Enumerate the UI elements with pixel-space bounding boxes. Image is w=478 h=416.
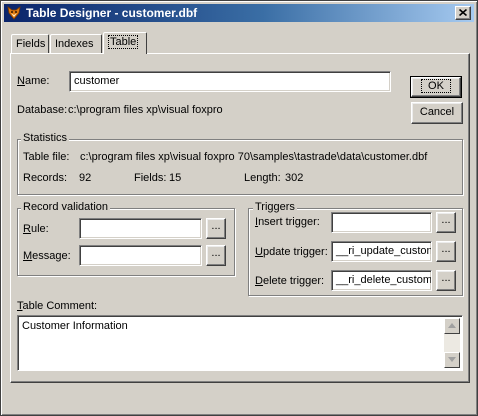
tab-fields[interactable]: Fields [11, 34, 49, 54]
window-title: Table Designer - customer.dbf [26, 6, 198, 20]
close-icon [459, 9, 467, 16]
tab-indexes-label: Indexes [55, 38, 94, 50]
close-button[interactable] [455, 6, 471, 20]
tab-table[interactable]: Table [103, 32, 147, 54]
table-designer-window: Table Designer - customer.dbf Fields Ind… [0, 0, 478, 416]
title-bar[interactable]: Table Designer - customer.dbf [4, 4, 474, 22]
foxpro-icon [7, 6, 21, 20]
tab-table-label: Table [108, 35, 139, 49]
tab-fields-label: Fields [16, 38, 46, 50]
table-tab-panel [10, 53, 470, 383]
tab-indexes[interactable]: Indexes [50, 34, 102, 54]
